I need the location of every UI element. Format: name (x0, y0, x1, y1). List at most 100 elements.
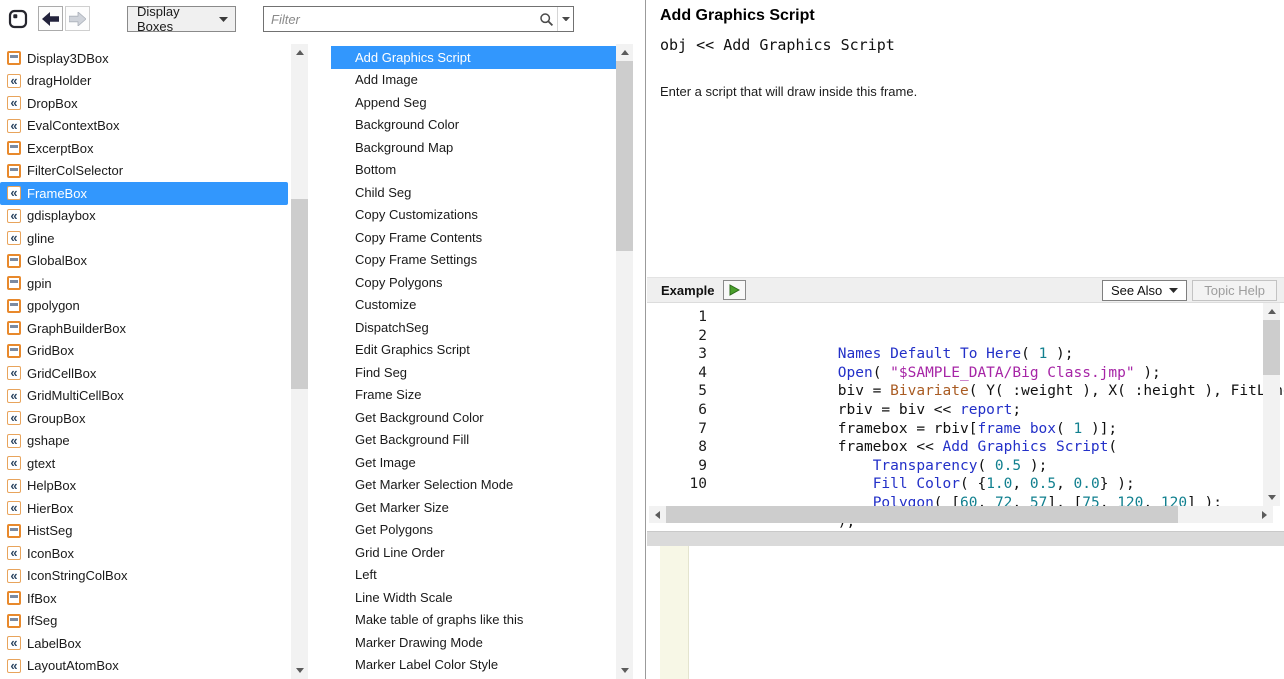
display-box-list-item[interactable]: LayoutAtomBox (0, 655, 288, 678)
search-icon[interactable] (535, 12, 557, 27)
class-list-scrollbar[interactable] (291, 44, 308, 679)
display-box-list-item[interactable]: FrameBox (0, 182, 288, 205)
scroll-down-icon[interactable] (1263, 489, 1280, 506)
display-box-list-item[interactable]: HistSeg (0, 520, 288, 543)
display-box-icon (7, 344, 21, 358)
filter-box (263, 6, 574, 32)
display-box-list-item[interactable]: GridCellBox (0, 362, 288, 385)
message-list-item[interactable]: Background Map (331, 136, 616, 159)
display-box-list-item[interactable]: HelpBox (0, 475, 288, 498)
display-box-list-item[interactable]: ExcerptBox (0, 137, 288, 160)
display-box-icon (7, 321, 21, 335)
message-list-item[interactable]: Grid Line Order (331, 541, 616, 564)
display-box-list-item[interactable]: GridBox (0, 340, 288, 363)
display-box-icon (7, 524, 21, 538)
example-code-editor[interactable]: 1 Names Default To Here( 1 ); 2 Open( "$… (647, 303, 1280, 506)
scroll-up-icon[interactable] (1263, 303, 1280, 320)
display-box-list-item[interactable]: IconBox (0, 542, 288, 565)
message-list-item[interactable]: Left (331, 564, 616, 587)
see-also-button[interactable]: See Also (1102, 280, 1187, 301)
syntax-line: obj << Add Graphics Script (660, 36, 895, 54)
message-list-item[interactable]: Copy Frame Settings (331, 249, 616, 272)
message-list-item[interactable]: Get Marker Selection Mode (331, 474, 616, 497)
back-button[interactable] (38, 6, 63, 31)
message-list-item[interactable]: Get Background Color (331, 406, 616, 429)
code-token: ( (1056, 421, 1073, 437)
topic-help-button[interactable]: Topic Help (1192, 280, 1277, 301)
message-list-item[interactable]: Append Seg (331, 91, 616, 114)
message-list-item[interactable]: Add Image (331, 69, 616, 92)
display-box-list-item[interactable]: GroupBox (0, 407, 288, 430)
display-box-list-item[interactable]: IfSeg (0, 610, 288, 633)
scroll-up-icon[interactable] (291, 44, 308, 61)
message-list-item[interactable]: Get Image (331, 451, 616, 474)
display-box-label: IfBox (27, 591, 57, 606)
message-list-item[interactable]: Marker Label Color Style (331, 654, 616, 677)
display-box-list-item[interactable]: gpin (0, 272, 288, 295)
home-button[interactable] (4, 5, 32, 33)
forward-button[interactable] (65, 6, 90, 31)
message-list-item[interactable]: Background Color (331, 114, 616, 137)
display-box-list-item[interactable]: gshape (0, 430, 288, 453)
display-box-list-item[interactable]: GridMultiCellBox (0, 385, 288, 408)
scroll-down-icon[interactable] (616, 662, 633, 679)
message-label: Copy Frame Contents (355, 230, 482, 245)
display-box-list-item[interactable]: Display3DBox (0, 47, 288, 70)
message-list-item[interactable]: Customize (331, 294, 616, 317)
scripting-index-window: Display Boxes Display3DBox drag (0, 0, 1284, 679)
message-list-item[interactable]: Frame Size (331, 384, 616, 407)
display-box-list-item[interactable]: GraphBuilderBox (0, 317, 288, 340)
display-box-list-item[interactable]: DropBox (0, 92, 288, 115)
scroll-down-icon[interactable] (291, 662, 308, 679)
display-box-list-item[interactable]: HierBox (0, 497, 288, 520)
message-list-item[interactable]: Copy Customizations (331, 204, 616, 227)
filter-input[interactable] (264, 12, 535, 27)
example-label: Example (661, 283, 714, 298)
output-splitter[interactable] (647, 531, 1284, 546)
code-scrollbar[interactable] (1263, 303, 1280, 506)
display-box-list-item[interactable]: IconStringColBox (0, 565, 288, 588)
message-list-item[interactable]: Get Marker Size (331, 496, 616, 519)
message-list-item[interactable]: Edit Graphics Script (331, 339, 616, 362)
message-list-item[interactable]: Add Graphics Script (331, 46, 616, 69)
scroll-left-icon[interactable] (649, 506, 666, 523)
display-box-list-item[interactable]: EvalContextBox (0, 115, 288, 138)
message-list-item[interactable]: Line Width Scale (331, 586, 616, 609)
display-box-list-item[interactable]: FilterColSelector (0, 160, 288, 183)
display-box-label: gline (27, 231, 54, 246)
scroll-right-icon[interactable] (1256, 506, 1273, 523)
message-list-item[interactable]: Marker Drawing Mode (331, 631, 616, 654)
display-box-list-item[interactable]: IfBox (0, 587, 288, 610)
code-horizontal-scrollbar[interactable] (649, 506, 1273, 523)
output-gutter (660, 546, 689, 679)
display-box-list-item[interactable]: LabelBox (0, 632, 288, 655)
message-list-item[interactable]: Find Seg (331, 361, 616, 384)
message-list-item[interactable]: Bottom (331, 159, 616, 182)
message-list-item[interactable]: DispatchSeg (331, 316, 616, 339)
display-box-list-item[interactable]: gpolygon (0, 295, 288, 318)
display-box-list-item[interactable]: dragHolder (0, 70, 288, 93)
display-box-list-item[interactable]: gtext (0, 452, 288, 475)
category-dropdown[interactable]: Display Boxes (127, 6, 236, 32)
display-box-icon (7, 74, 21, 88)
scrollbar-thumb[interactable] (1263, 320, 1280, 375)
run-example-button[interactable] (723, 280, 746, 300)
scrollbar-thumb[interactable] (616, 61, 633, 251)
line-number: 9 (647, 457, 707, 476)
message-label: Background Map (355, 140, 453, 155)
message-list-item[interactable]: Get Background Fill (331, 429, 616, 452)
message-list-item[interactable]: Copy Frame Contents (331, 226, 616, 249)
message-list-item[interactable]: Copy Polygons (331, 271, 616, 294)
message-list-scrollbar[interactable] (616, 44, 633, 679)
filter-dropdown-button[interactable] (557, 7, 573, 31)
message-list-item[interactable]: Child Seg (331, 181, 616, 204)
message-list-item[interactable]: Get Polygons (331, 519, 616, 542)
scrollbar-thumb[interactable] (291, 199, 308, 389)
display-box-icon (7, 119, 21, 133)
scroll-up-icon[interactable] (616, 44, 633, 61)
scrollbar-thumb[interactable] (666, 506, 1178, 523)
display-box-list-item[interactable]: gline (0, 227, 288, 250)
message-list-item[interactable]: Make table of graphs like this (331, 609, 616, 632)
display-box-list-item[interactable]: GlobalBox (0, 250, 288, 273)
display-box-list-item[interactable]: gdisplaybox (0, 205, 288, 228)
